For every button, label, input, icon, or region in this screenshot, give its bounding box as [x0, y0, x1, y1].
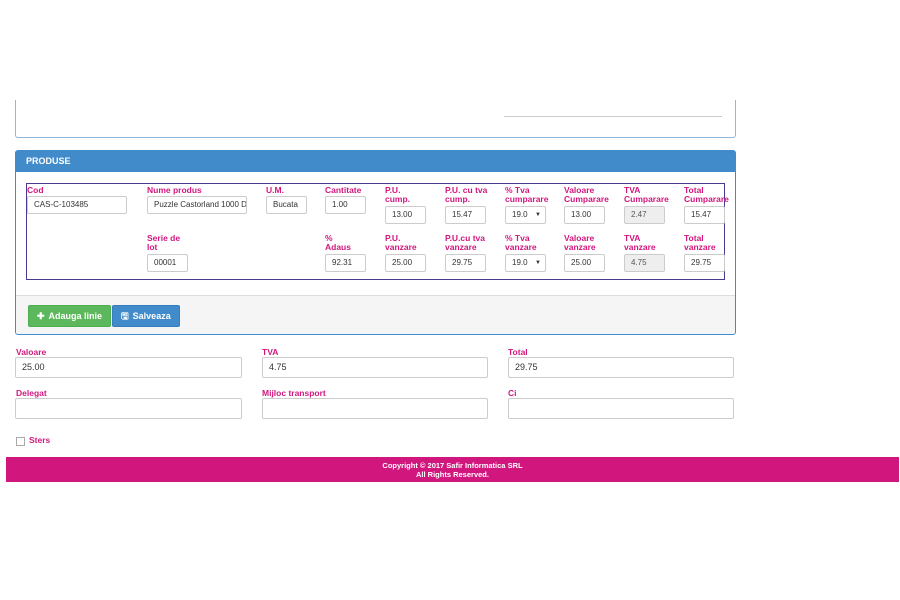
label-total: Total — [508, 347, 528, 357]
sters-checkbox[interactable] — [16, 437, 25, 446]
label-cod: Cod — [27, 185, 44, 195]
pu-tva-vanzare-input[interactable]: 29.75 — [445, 254, 486, 272]
product-row: Cod Nume produs U.M. Cantitate P.U. cump… — [26, 183, 729, 280]
pu-vanzare-input[interactable]: 25.00 — [385, 254, 426, 272]
label-tva: TVA — [262, 347, 279, 357]
total-vanzare-input[interactable]: 29.75 — [684, 254, 725, 272]
pu-cump-input[interactable]: 13.00 — [385, 206, 426, 224]
label-total-vanzare: Total vanzare — [684, 233, 716, 252]
total-input[interactable]: 29.75 — [508, 357, 734, 378]
label-nume-produs: Nume produs — [147, 185, 202, 195]
mijloc-transport-input[interactable] — [262, 398, 488, 419]
label-tva-vanzare: TVA vanzare — [624, 233, 656, 252]
label-tva-vanzare-pct: % Tva vanzare — [505, 233, 537, 252]
chevron-down-icon: ▼ — [535, 212, 541, 218]
tva-vanzare-readonly: 4.75 — [624, 254, 665, 272]
label-pu-vanzare: P.U. vanzare — [385, 233, 417, 252]
label-total-cumparare: Total Cumparare — [684, 185, 729, 204]
label-mijloc-transport: Mijloc transport — [262, 388, 326, 398]
plus-icon: ✚ — [37, 311, 45, 321]
footer-copyright: Copyright © 2017 Safir Informatica SRL — [382, 461, 523, 470]
ci-input[interactable] — [508, 398, 734, 419]
label-pu-cump: P.U. cump. — [385, 185, 411, 204]
label-valoare-vanzare: Valoare vanzare — [564, 233, 596, 252]
panel-footer: ✚ Adauga linie 🖫 Salveaza — [16, 295, 735, 334]
label-valoare-cumparare: Valoare Cumparare — [564, 185, 609, 204]
cantitate-input[interactable]: 1.00 — [325, 196, 366, 214]
adaus-input[interactable]: 92.31 — [325, 254, 366, 272]
cod-input[interactable]: CAS-C-103485 — [27, 196, 127, 214]
floppy-disk-icon: 🖫 — [121, 311, 129, 321]
tva-vanzare-select[interactable]: 19.0 ▼ — [505, 254, 546, 272]
tva-cumparare-select[interactable]: 19.0 ▼ — [505, 206, 546, 224]
serie-lot-input[interactable]: 00001 — [147, 254, 188, 272]
tva-cumparare-readonly: 2.47 — [624, 206, 665, 224]
tva-vanzare-value: 19.0 — [512, 258, 528, 267]
save-button[interactable]: 🖫 Salveaza — [112, 305, 180, 327]
label-pu-tva-cump: P.U. cu tva cump. — [445, 185, 488, 204]
field-underline — [504, 116, 722, 117]
pu-tva-cump-input[interactable]: 15.47 — [445, 206, 486, 224]
add-line-label: Adauga linie — [48, 311, 103, 321]
tva-input[interactable]: 4.75 — [262, 357, 488, 378]
previous-panel — [15, 100, 736, 138]
label-delegat: Delegat — [16, 388, 47, 398]
label-ci: Ci — [508, 388, 517, 398]
um-input[interactable]: Bucata — [266, 196, 307, 214]
chevron-down-icon: ▼ — [535, 260, 541, 266]
label-adaus: % Adaus — [325, 233, 351, 252]
label-tva-cumparare-pct: % Tva cumparare — [505, 185, 549, 204]
valoare-input[interactable]: 25.00 — [15, 357, 242, 378]
label-sters: Sters — [29, 435, 51, 445]
save-label: Salveaza — [132, 311, 171, 321]
footer-rights: All Rights Reserved. — [416, 470, 489, 479]
nume-produs-input[interactable]: Puzzle Castorland 1000 D — [147, 196, 247, 214]
delegat-input[interactable] — [15, 398, 242, 419]
valoare-cumparare-input[interactable]: 13.00 — [564, 206, 605, 224]
label-cantitate: Cantitate — [325, 185, 362, 195]
total-cumparare-input[interactable]: 15.47 — [684, 206, 725, 224]
label-valoare: Valoare — [16, 347, 47, 357]
tva-cumparare-value: 19.0 — [512, 210, 528, 219]
label-serie-lot: Serie de lot — [147, 233, 181, 252]
label-pu-tva-vanzare: P.U.cu tva vanzare — [445, 233, 486, 252]
page-footer: Copyright © 2017 Safir Informatica SRL A… — [6, 457, 899, 482]
label-tva-cumparare: TVA Cumparare — [624, 185, 669, 204]
label-um: U.M. — [266, 185, 284, 195]
produse-panel: PRODUSE Cod Nume produs U.M. Cantitate P… — [15, 150, 736, 335]
valoare-vanzare-input[interactable]: 25.00 — [564, 254, 605, 272]
produse-heading: PRODUSE — [16, 151, 735, 172]
add-line-button[interactable]: ✚ Adauga linie — [28, 305, 112, 327]
